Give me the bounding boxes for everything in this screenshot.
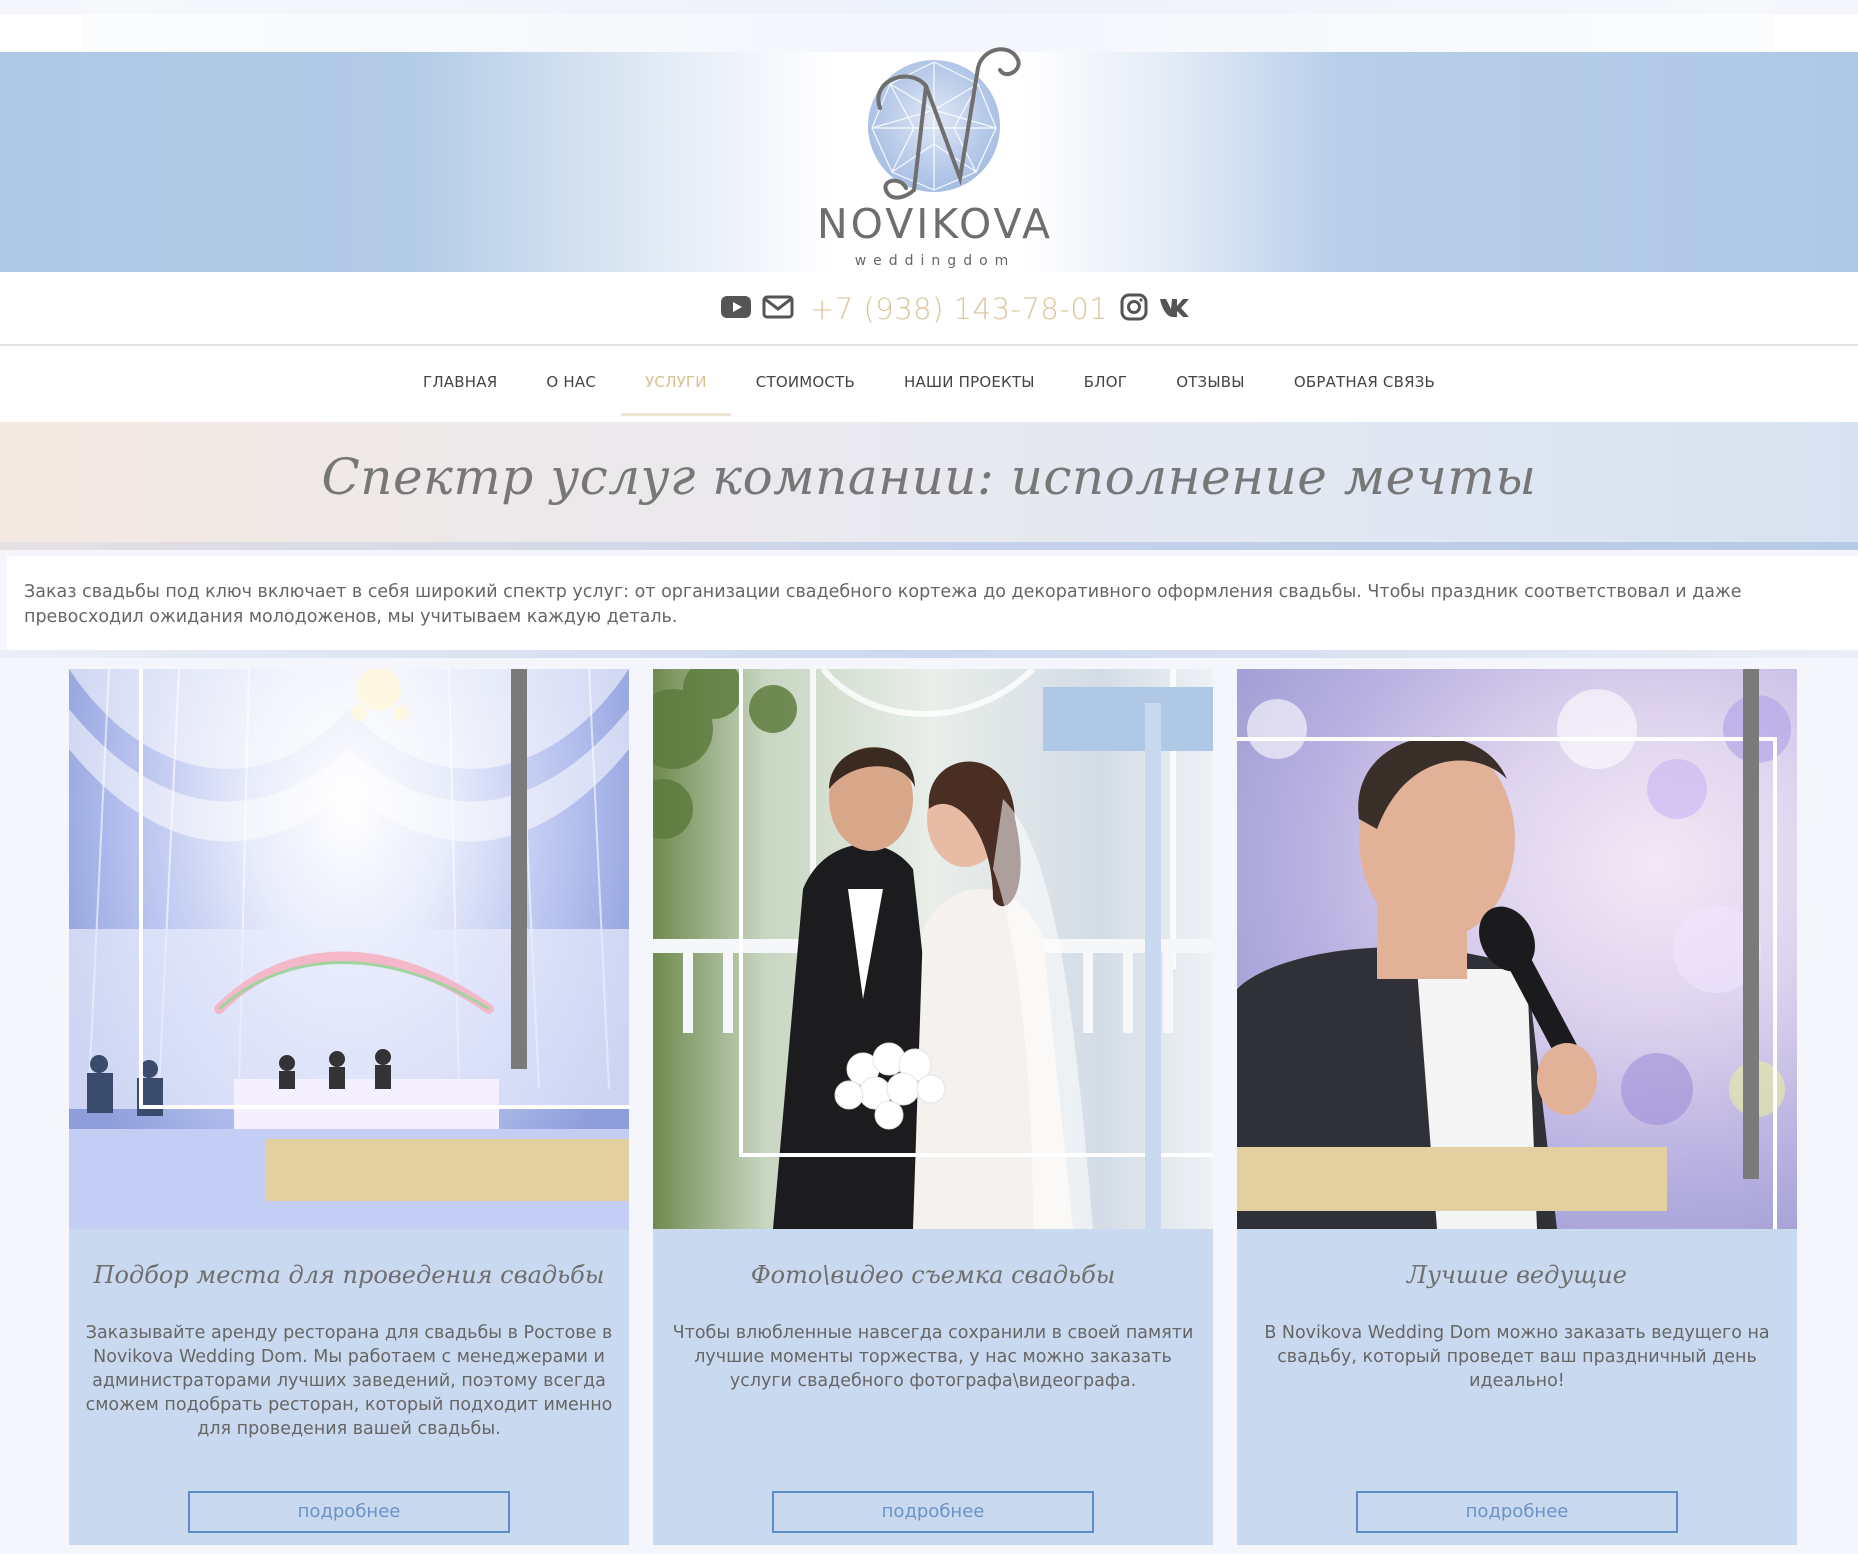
- vk-icon[interactable]: [1158, 295, 1192, 323]
- main-nav: ГЛАВНАЯ О НАС УСЛУГИ СТОИМОСТЬ НАШИ ПРОЕ…: [0, 346, 1858, 422]
- hero-section: Спектр услуг компании: исполнение мечты: [0, 422, 1858, 550]
- intro-text: Заказ свадьбы под ключ включает в себя ш…: [24, 582, 1742, 627]
- logo-subtitle: weddingdom: [854, 253, 1016, 269]
- nav-item-prices[interactable]: СТОИМОСТЬ: [754, 373, 857, 391]
- card-title: Лучшие ведущие: [1407, 1261, 1627, 1289]
- page-title: Спектр услуг компании: исполнение мечты: [321, 448, 1537, 506]
- service-card-photo-video: Фото\видео съемка свадьбы Чтобы влюбленн…: [653, 669, 1213, 1545]
- card-text: Чтобы влюбленные навсегда сохранили в св…: [672, 1323, 1194, 1391]
- intro-box: Заказ свадьбы под ключ включает в себя ш…: [7, 556, 1858, 652]
- couple-photo: [653, 669, 1213, 1229]
- mail-icon[interactable]: [762, 294, 794, 324]
- nav-item-feedback[interactable]: ОБРАТНАЯ СВЯЗЬ: [1292, 373, 1437, 391]
- nav-item-blog[interactable]: БЛОГ: [1082, 373, 1129, 391]
- header-banner: NOVIKOVA weddingdom: [0, 14, 1858, 272]
- more-button[interactable]: подробнее: [1356, 1491, 1678, 1533]
- card-title: Фото\видео съемка свадьбы: [750, 1261, 1116, 1289]
- nav-item-reviews[interactable]: ОТЗЫВЫ: [1174, 373, 1247, 391]
- card-text: В Novikova Wedding Dom можно заказать ве…: [1264, 1323, 1770, 1391]
- service-card-venue: Подбор места для проведения свадьбы Зака…: [69, 669, 629, 1545]
- host-photo: [1237, 669, 1797, 1229]
- card-text: Заказывайте аренду ресторана для свадьбы…: [85, 1323, 613, 1439]
- venue-photo: [69, 669, 629, 1229]
- logo-name: NOVIKOVA: [816, 200, 1054, 248]
- nav-item-home[interactable]: ГЛАВНАЯ: [421, 373, 499, 391]
- nav-item-services[interactable]: УСЛУГИ: [621, 373, 731, 416]
- phone-number[interactable]: +7 (938) 143-78-01: [810, 292, 1108, 326]
- more-button[interactable]: подробнее: [188, 1491, 510, 1533]
- more-button[interactable]: подробнее: [772, 1491, 1094, 1533]
- service-card-hosts: Лучшие ведущие В Novikova Wedding Dom мо…: [1237, 669, 1797, 1545]
- top-strip: [0, 0, 1858, 14]
- diamond-monogram-icon: [868, 47, 1021, 200]
- card-title: Подбор места для проведения свадьбы: [93, 1261, 605, 1289]
- contact-bar: +7 (938) 143-78-01: [0, 272, 1858, 346]
- nav-item-projects[interactable]: НАШИ ПРОЕКТЫ: [902, 373, 1037, 391]
- site-logo[interactable]: NOVIKOVA weddingdom: [810, 40, 1060, 270]
- nav-item-about[interactable]: О НАС: [544, 373, 598, 391]
- youtube-icon[interactable]: [720, 294, 752, 324]
- instagram-icon[interactable]: [1120, 293, 1148, 325]
